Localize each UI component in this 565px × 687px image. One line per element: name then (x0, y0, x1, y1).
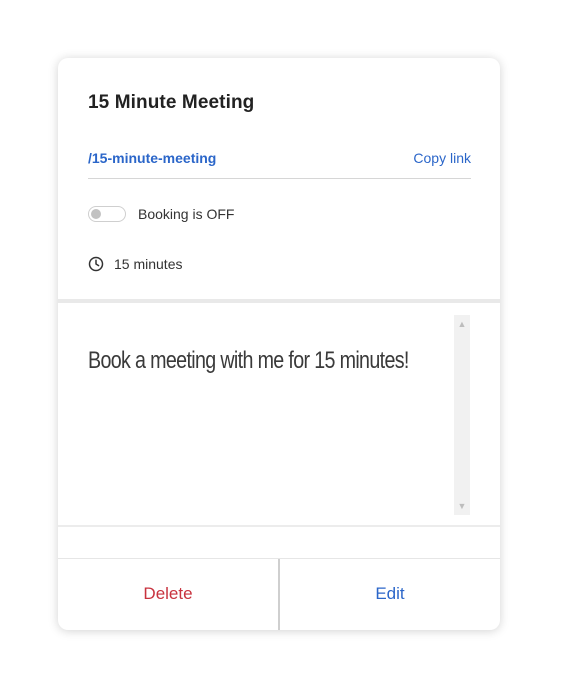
link-row: /15-minute-meeting Copy link (88, 150, 471, 179)
event-type-card: 15 Minute Meeting /15-minute-meeting Cop… (58, 58, 500, 630)
toggle-knob (91, 209, 101, 219)
description-scrollbar[interactable]: ▲ ▼ (454, 315, 470, 515)
description-divider (58, 525, 500, 527)
edit-button[interactable]: Edit (280, 559, 500, 630)
duration-row: 15 minutes (88, 254, 182, 274)
event-slug-link[interactable]: /15-minute-meeting (88, 150, 216, 166)
scroll-up-icon[interactable]: ▲ (454, 317, 470, 331)
event-title: 15 Minute Meeting (88, 92, 255, 113)
event-description: Book a meeting with me for 15 minutes! (88, 347, 409, 374)
booking-status-label: Booking is OFF (138, 206, 235, 222)
scroll-down-icon[interactable]: ▼ (454, 499, 470, 513)
card-actions: Delete Edit (58, 558, 500, 630)
delete-button[interactable]: Delete (58, 559, 278, 630)
booking-toggle[interactable] (88, 206, 126, 222)
duration-label: 15 minutes (114, 256, 183, 272)
clock-icon (88, 256, 104, 272)
description-area[interactable]: Book a meeting with me for 15 minutes! ▲… (58, 303, 500, 525)
copy-link-button[interactable]: Copy link (413, 150, 471, 166)
booking-toggle-row: Booking is OFF (88, 203, 234, 225)
